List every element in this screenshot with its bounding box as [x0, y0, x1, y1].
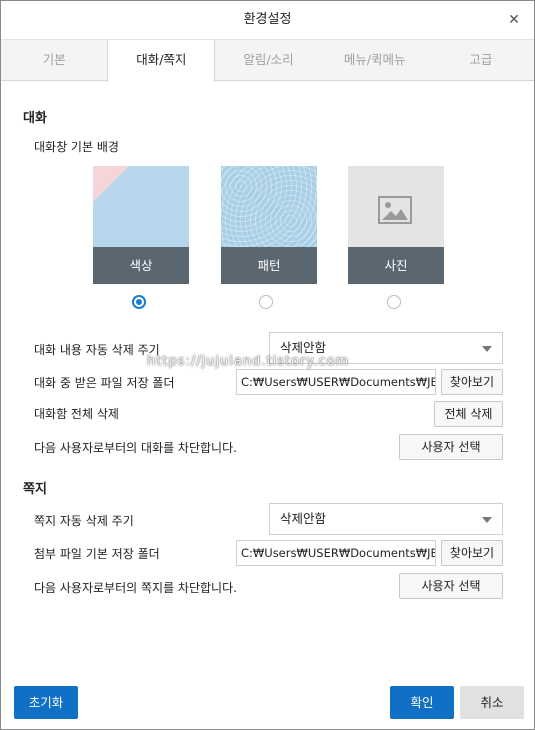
- bg-color-radio[interactable]: [132, 295, 146, 309]
- tab-bar: 기본 대화/쪽지 알림/소리 메뉴/퀵메뉴 고급: [1, 39, 534, 82]
- bg-option-label: 색상: [93, 247, 189, 284]
- chevron-down-icon: [482, 517, 492, 523]
- bg-option-color[interactable]: 색상: [93, 166, 189, 284]
- note-file-folder-label: 첨부 파일 기본 저장 폴더: [34, 547, 160, 561]
- note-auto-delete-label: 쪽지 자동 삭제 주기: [34, 514, 134, 528]
- close-icon[interactable]: ✕: [504, 10, 524, 30]
- tab-menu-quickmenu[interactable]: 메뉴/퀵메뉴: [322, 40, 428, 80]
- window-title: 환경설정: [243, 12, 292, 27]
- chat-auto-delete-label: 대화 내용 자동 삭제 주기: [34, 343, 160, 357]
- note-user-select-button[interactable]: 사용자 선택: [399, 573, 503, 599]
- tab-advanced[interactable]: 고급: [428, 40, 534, 80]
- chat-delete-all-label: 대화함 전체 삭제: [34, 407, 119, 421]
- note-auto-delete-select[interactable]: 삭제안함: [269, 503, 503, 535]
- bg-option-label: 사진: [348, 247, 444, 284]
- note-block-label: 다음 사용자로부터의 쪽지를 차단합니다.: [34, 581, 237, 595]
- bg-option-photo[interactable]: 사진: [348, 166, 444, 284]
- chat-auto-delete-value: 삭제안함: [280, 340, 327, 355]
- chat-file-folder-label: 대화 중 받은 파일 저장 폴더: [34, 376, 175, 390]
- bg-photo-radio[interactable]: [387, 295, 401, 309]
- chat-auto-delete-select[interactable]: 삭제안함: [269, 332, 503, 364]
- cancel-button[interactable]: 취소: [460, 686, 524, 719]
- color-swatch-corner: [93, 166, 129, 202]
- tab-chat-note[interactable]: 대화/쪽지: [107, 40, 216, 82]
- chevron-down-icon: [482, 346, 492, 352]
- chat-user-select-button[interactable]: 사용자 선택: [399, 434, 503, 460]
- reset-button[interactable]: 초기화: [14, 686, 78, 719]
- chat-block-label: 다음 사용자로부터의 대화를 차단합니다.: [34, 441, 237, 455]
- settings-window: 환경설정 ✕ 기본 대화/쪽지 알림/소리 메뉴/퀵메뉴 고급 대화 대화창 기…: [0, 0, 535, 730]
- image-icon: [378, 196, 412, 224]
- chat-file-folder-path[interactable]: C:₩Users₩USER₩Documents₩JBE: [236, 369, 436, 395]
- ok-button[interactable]: 확인: [390, 686, 454, 719]
- bg-pattern-radio[interactable]: [259, 295, 273, 309]
- note-file-folder-path[interactable]: C:₩Users₩USER₩Documents₩JBE: [236, 540, 436, 566]
- bg-option-pattern[interactable]: 패턴: [221, 166, 317, 284]
- chat-section-title: 대화: [23, 111, 47, 126]
- note-auto-delete-value: 삭제안함: [280, 511, 327, 526]
- chat-browse-button[interactable]: 찾아보기: [441, 369, 503, 395]
- note-section-title: 쪽지: [23, 482, 47, 497]
- tab-notification-sound[interactable]: 알림/소리: [215, 40, 321, 80]
- chat-bg-label: 대화창 기본 배경: [34, 140, 119, 154]
- bg-option-label: 패턴: [221, 247, 317, 284]
- note-browse-button[interactable]: 찾아보기: [441, 540, 503, 566]
- tab-basic[interactable]: 기본: [1, 40, 107, 80]
- delete-all-button[interactable]: 전체 삭제: [434, 401, 503, 427]
- title-bar: 환경설정: [1, 1, 534, 39]
